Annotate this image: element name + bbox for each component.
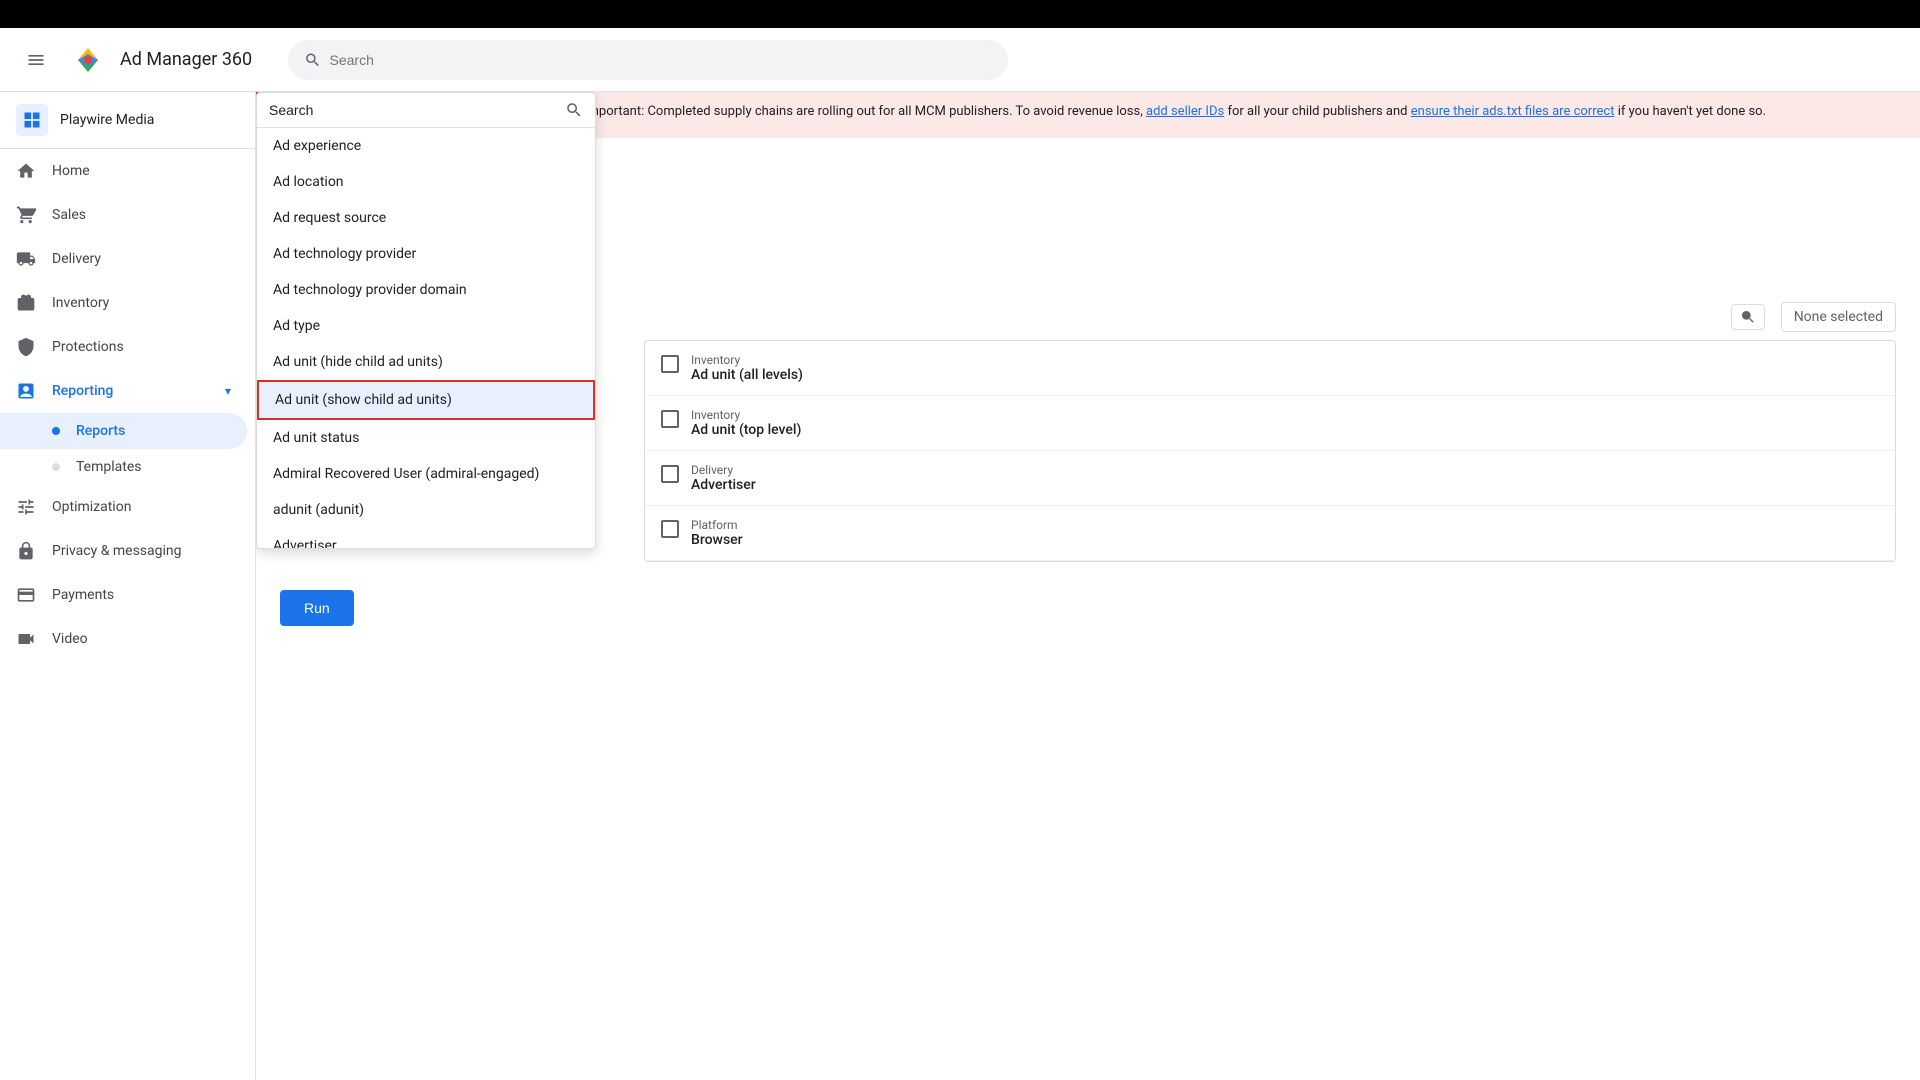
black-bar	[0, 0, 1920, 28]
dropdown-item[interactable]: Ad experience	[257, 128, 595, 164]
sidebar: Playwire Media Home Sales Delivery Inven…	[0, 92, 256, 1080]
app-logo	[68, 40, 108, 80]
org-selector[interactable]: Playwire Media	[0, 92, 255, 149]
dropdown-item[interactable]: Ad technology provider	[257, 236, 595, 272]
sidebar-item-home[interactable]: Home	[0, 149, 247, 193]
sidebar-label-reports: Reports	[76, 423, 125, 439]
checkbox-item[interactable]: Delivery Advertiser	[645, 451, 1895, 506]
app-title: Ad Manager 360	[120, 49, 252, 70]
dropdown-item[interactable]: adunit (adunit)	[257, 492, 595, 528]
sidebar-label-privacy: Privacy & messaging	[52, 543, 182, 559]
sidebar-item-sales[interactable]: Sales	[0, 193, 247, 237]
search-bar[interactable]	[288, 40, 1008, 80]
checkbox[interactable]	[661, 410, 679, 428]
dropdown-item[interactable]: Ad technology provider domain	[257, 272, 595, 308]
filter-panel-search[interactable]	[1731, 304, 1765, 330]
dropdown-item[interactable]: Ad unit (hide child ad units)	[257, 344, 595, 380]
reports-dot	[52, 427, 60, 435]
checkbox[interactable]	[661, 465, 679, 483]
dropdown-search-icon	[565, 101, 583, 119]
topbar: Ad Manager 360	[0, 28, 1920, 92]
optimization-icon	[16, 497, 36, 517]
sidebar-label-inventory: Inventory	[52, 295, 109, 311]
sidebar-label-reporting: Reporting	[52, 383, 113, 399]
dropdown-item[interactable]: Admiral Recovered User (admiral-engaged)	[257, 456, 595, 492]
left-column: Dimensions Make a selection Ad experienc…	[280, 302, 620, 356]
two-col-layout: Dimensions Make a selection Ad experienc…	[280, 302, 1896, 562]
dimensions-dropdown: Ad experienceAd locationAd request sourc…	[256, 92, 596, 549]
run-button-row: Run	[280, 578, 1896, 626]
dropdown-search-input[interactable]	[269, 102, 557, 118]
sidebar-label-protections: Protections	[52, 339, 124, 355]
sidebar-item-reports[interactable]: Reports	[0, 413, 247, 449]
delivery-icon	[16, 249, 36, 269]
sidebar-item-optimization[interactable]: Optimization	[0, 485, 247, 529]
sidebar-label-home: Home	[52, 163, 90, 179]
dropdown-item[interactable]: Ad request source	[257, 200, 595, 236]
sidebar-label-sales: Sales	[52, 207, 86, 223]
sidebar-item-video[interactable]: Video	[0, 617, 247, 661]
sidebar-label-payments: Payments	[52, 587, 114, 603]
sidebar-item-privacy[interactable]: Privacy & messaging	[0, 529, 247, 573]
sidebar-label-templates: Templates	[76, 459, 142, 475]
inventory-icon	[16, 293, 36, 313]
templates-dot	[52, 463, 60, 471]
dropdown-item[interactable]: Ad type	[257, 308, 595, 344]
dropdown-item[interactable]: Ad unit (show child ad units)	[257, 380, 595, 420]
privacy-icon	[16, 541, 36, 561]
alert-link-sellers[interactable]: add seller IDs	[1146, 104, 1224, 119]
home-icon	[16, 161, 36, 181]
checkbox[interactable]	[661, 355, 679, 373]
checkbox-items-list: Inventory Ad unit (all levels) Inventory…	[644, 340, 1896, 562]
reporting-icon	[16, 381, 36, 401]
checkbox-item[interactable]: Inventory Ad unit (top level)	[645, 396, 1895, 451]
sidebar-label-optimization: Optimization	[52, 499, 131, 515]
dropdown-search-row	[257, 93, 595, 128]
sidebar-item-delivery[interactable]: Delivery	[0, 237, 247, 281]
menu-button[interactable]	[16, 40, 56, 80]
dropdown-item[interactable]: Ad unit status	[257, 420, 595, 456]
main-content: ⚠ Supply chain update may impact your ac…	[256, 92, 1920, 1080]
panel-search-icon	[1740, 309, 1756, 325]
reporting-chevron: ▾	[225, 384, 231, 398]
none-selected-label: None selected	[1781, 302, 1896, 332]
org-name: Playwire Media	[60, 112, 154, 128]
payments-icon	[16, 585, 36, 605]
protections-icon	[16, 337, 36, 357]
checkbox-item[interactable]: Platform Browser	[645, 506, 1895, 561]
checkbox[interactable]	[661, 520, 679, 538]
dropdown-list: Ad experienceAd locationAd request sourc…	[257, 128, 595, 548]
search-icon	[304, 51, 321, 69]
sales-icon	[16, 205, 36, 225]
sidebar-label-video: Video	[52, 631, 88, 647]
checkbox-item[interactable]: Inventory Ad unit (all levels)	[645, 341, 1895, 396]
sidebar-item-inventory[interactable]: Inventory	[0, 281, 247, 325]
sidebar-item-protections[interactable]: Protections	[0, 325, 247, 369]
dropdown-item[interactable]: Advertiser	[257, 528, 595, 548]
org-icon	[16, 104, 48, 136]
sidebar-label-delivery: Delivery	[52, 251, 101, 267]
sidebar-item-payments[interactable]: Payments	[0, 573, 247, 617]
run-button[interactable]: Run	[280, 590, 354, 626]
dropdown-item[interactable]: Ad location	[257, 164, 595, 200]
mid-column: None selected Inventory Ad unit (all lev…	[644, 302, 1896, 562]
alert-link-adstxt[interactable]: ensure their ads.txt files are correct	[1411, 104, 1615, 119]
video-icon	[16, 629, 36, 649]
search-input[interactable]	[330, 52, 993, 68]
sidebar-item-templates[interactable]: Templates	[0, 449, 247, 485]
sidebar-item-reporting[interactable]: Reporting ▾	[0, 369, 247, 413]
content-area: USD (US Dollar) Table structure ? Flat H…	[256, 138, 1920, 646]
